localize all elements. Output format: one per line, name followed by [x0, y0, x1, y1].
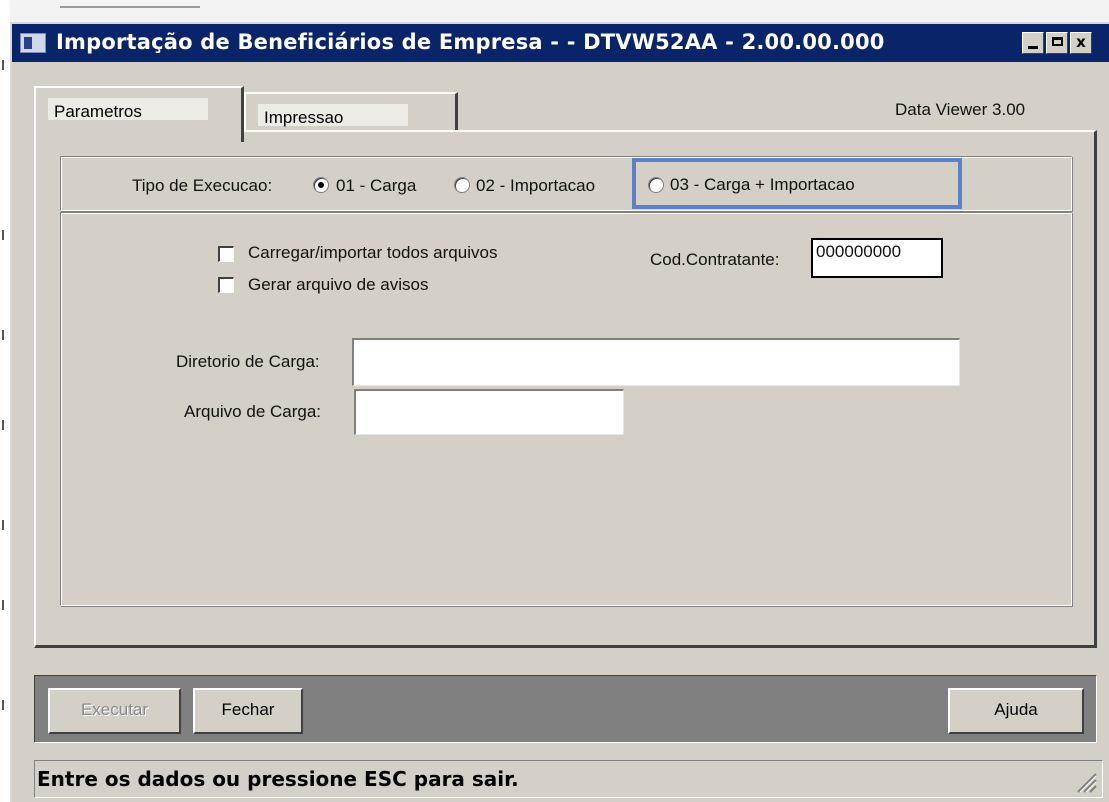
minimize-icon [1028, 46, 1038, 49]
arquivo-carga-label: Arquivo de Carga: [184, 402, 322, 421]
diretorio-carga-label: Diretorio de Carga: [176, 352, 320, 371]
checkbox-carregar-todos[interactable] [218, 246, 234, 262]
status-text: Entre os dados ou pressione ESC para sai… [37, 767, 519, 791]
version-label: Data Viewer 3.00 [895, 100, 1026, 119]
maximize-icon [1051, 37, 1063, 46]
tab-label: Parametros [54, 102, 142, 121]
checkbox-gerar-avisos-label[interactable]: Gerar arquivo de avisos [248, 275, 428, 295]
checkbox-gerar-avisos[interactable] [218, 277, 234, 293]
highlight-box [632, 158, 962, 209]
window-title: Importação de Beneficiários de Empresa -… [56, 30, 885, 54]
radio-importacao-label[interactable]: 02 - Importacao [476, 176, 595, 196]
status-bar: Entre os dados ou pressione ESC para sai… [34, 760, 1103, 798]
cod-contratante-input[interactable]: 000000000 [811, 238, 943, 278]
executar-button[interactable]: Executar [48, 688, 181, 734]
resize-grip-icon[interactable] [1074, 770, 1098, 794]
radio-carga[interactable] [313, 177, 329, 193]
left-gutter [0, 0, 10, 802]
maximize-button[interactable] [1046, 32, 1068, 54]
diretorio-carga-input[interactable] [352, 338, 960, 386]
radio-importacao[interactable] [454, 177, 470, 193]
fechar-button[interactable]: Fechar [193, 688, 303, 734]
arquivo-carga-input[interactable] [354, 389, 624, 435]
app-icon [20, 33, 46, 53]
cod-contratante-label: Cod.Contratante: [650, 250, 780, 269]
tab-label: Impressao [264, 108, 344, 127]
title-bar[interactable]: Importação de Beneficiários de Empresa -… [12, 24, 1109, 62]
ajuda-button[interactable]: Ajuda [948, 688, 1084, 734]
radio-carga-label[interactable]: 01 - Carga [336, 176, 416, 196]
tab-impressao[interactable]: Impressao [244, 92, 458, 132]
top-edge-mark [60, 6, 200, 8]
execution-type-label: Tipo de Execucao: [132, 176, 273, 195]
tab-parametros[interactable]: Parametros [34, 86, 244, 142]
top-strip [0, 0, 1109, 22]
minimize-button[interactable] [1022, 32, 1044, 54]
close-icon: x [1076, 33, 1086, 51]
checkbox-carregar-todos-label[interactable]: Carregar/importar todos arquivos [248, 243, 497, 263]
close-button[interactable]: x [1070, 32, 1092, 54]
